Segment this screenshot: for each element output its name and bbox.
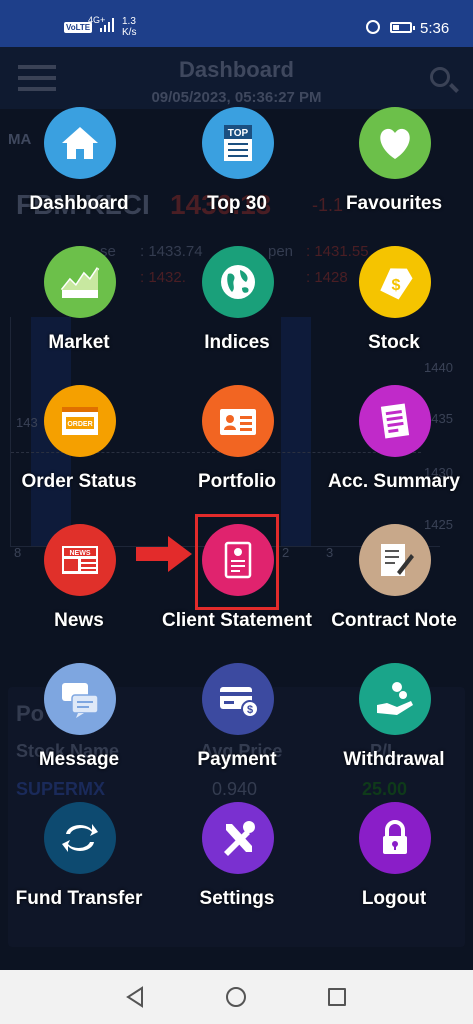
alarm-icon xyxy=(366,20,380,34)
svg-text:ORDER: ORDER xyxy=(67,421,92,428)
message-icon xyxy=(44,663,116,735)
svg-text:TOP: TOP xyxy=(228,128,249,139)
screen: VoLTE 4G+ 1.3 K/s 5:36 Dashboard 09/05/2… xyxy=(0,0,473,1024)
menu-item-portfolio[interactable]: Portfolio xyxy=(158,325,316,492)
menu-item-payment[interactable]: $ Payment xyxy=(158,603,316,770)
menu-label: Settings xyxy=(199,888,275,909)
net-speed-value: 1.3 xyxy=(122,16,136,27)
id-card-icon xyxy=(202,385,274,457)
svg-text:$: $ xyxy=(392,277,401,294)
payment-card-icon: $ xyxy=(202,663,274,735)
newspaper-icon: NEWS xyxy=(44,524,116,596)
home-nav-icon[interactable] xyxy=(226,987,246,1007)
net-speed-unit: K/s xyxy=(122,27,137,38)
battery-icon xyxy=(390,22,415,33)
price-tag-icon: $ xyxy=(359,246,431,318)
signal-icon xyxy=(100,18,114,32)
net-speed: 1.3 K/s xyxy=(122,16,136,38)
menu-item-indices[interactable]: Indices xyxy=(158,186,316,353)
menu-item-message[interactable]: Message xyxy=(0,603,158,770)
menu-item-order-status[interactable]: ORDER Order Status xyxy=(0,325,158,492)
lock-icon xyxy=(359,802,431,874)
summary-doc-icon xyxy=(359,385,431,457)
menu-item-contract-note[interactable]: Contract Note xyxy=(315,464,473,631)
svg-text:NEWS: NEWS xyxy=(70,550,91,557)
menu-item-logout[interactable]: Logout xyxy=(315,742,473,909)
menu-item-settings[interactable]: Settings xyxy=(158,742,316,909)
menu-grid: Dashboard TOP Top 30 Favourites Market I… xyxy=(0,47,473,970)
red-arrow-icon xyxy=(136,536,192,572)
order-icon: ORDER xyxy=(44,385,116,457)
menu-item-dashboard[interactable]: Dashboard xyxy=(0,47,158,214)
highlight-box xyxy=(195,514,279,610)
menu-item-stock[interactable]: $ Stock xyxy=(315,186,473,353)
menu-label: Logout xyxy=(361,888,427,909)
heart-icon xyxy=(359,107,431,179)
globe-icon xyxy=(202,246,274,318)
menu-item-favourites[interactable]: Favourites xyxy=(315,47,473,214)
back-icon[interactable] xyxy=(124,986,146,1008)
contract-note-icon xyxy=(359,524,431,596)
top-list-icon: TOP xyxy=(202,107,274,179)
menu-item-market[interactable]: Market xyxy=(0,186,158,353)
clock: 5:36 xyxy=(420,20,450,37)
system-nav-bar xyxy=(0,970,473,1024)
transfer-icon xyxy=(44,802,116,874)
menu-item-fund-transfer[interactable]: Fund Transfer xyxy=(0,742,158,909)
menu-item-top-30[interactable]: TOP Top 30 xyxy=(158,47,316,214)
menu-item-acc-summary[interactable]: Acc. Summary xyxy=(315,325,473,492)
menu-label: Fund Transfer xyxy=(15,888,143,909)
market-chart-icon xyxy=(44,246,116,318)
recent-apps-icon[interactable] xyxy=(328,988,346,1006)
status-bar: VoLTE 4G+ 1.3 K/s 5:36 xyxy=(0,0,473,47)
tools-icon xyxy=(202,802,274,874)
home-icon xyxy=(44,107,116,179)
menu-item-withdrawal[interactable]: Withdrawal xyxy=(315,603,473,770)
withdrawal-hand-icon xyxy=(359,663,431,735)
svg-text:$: $ xyxy=(247,704,253,716)
